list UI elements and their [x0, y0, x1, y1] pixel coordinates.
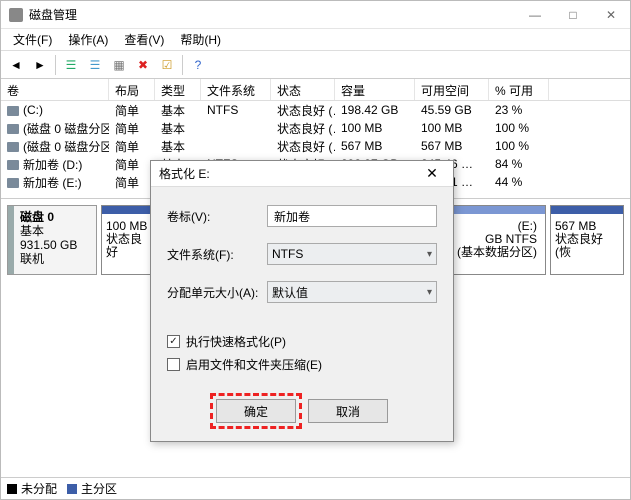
disk-name: 磁盘 0 — [20, 210, 92, 224]
filesystem-select[interactable]: NTFS ▾ — [267, 243, 437, 265]
chevron-down-icon: ▾ — [427, 287, 432, 298]
menu-file[interactable]: 文件(F) — [5, 29, 60, 50]
allocation-unit-select[interactable]: 默认值 ▾ — [267, 281, 437, 303]
dialog-close-button[interactable]: ✕ — [419, 165, 445, 182]
col-type[interactable]: 类型 — [155, 79, 201, 100]
toolbar: ◄ ► ☰ ☰ ▦ ✖ ☑ ? — [1, 51, 630, 79]
maximize-button[interactable]: □ — [554, 1, 592, 29]
disk-type: 基本 — [20, 224, 92, 238]
tool-icon[interactable]: ☰ — [84, 54, 106, 76]
dialog-title: 格式化 E: — [159, 165, 419, 182]
col-pctfree[interactable]: % 可用 — [489, 79, 549, 100]
legend-unallocated: 未分配 — [21, 480, 57, 497]
label-filesystem: 文件系统(F): — [167, 246, 267, 263]
titlebar: 磁盘管理 — □ ✕ — [1, 1, 630, 29]
legend-primary: 主分区 — [81, 480, 117, 497]
quick-format-checkbox[interactable]: ✓ — [167, 335, 180, 348]
delete-icon[interactable]: ✖ — [132, 54, 154, 76]
label-allocation: 分配单元大小(A): — [167, 284, 267, 301]
volume-icon — [7, 106, 19, 116]
compress-checkbox[interactable] — [167, 358, 180, 371]
legend: 未分配 主分区 — [1, 477, 630, 499]
col-fs[interactable]: 文件系统 — [201, 79, 271, 100]
volume-icon — [7, 142, 19, 152]
col-status[interactable]: 状态 — [271, 79, 335, 100]
table-row[interactable]: (C:)简单基本NTFS状态良好 (…198.42 GB45.59 GB23 % — [1, 101, 630, 119]
minimize-button[interactable]: — — [516, 1, 554, 29]
help-icon[interactable]: ? — [187, 54, 209, 76]
tool-icon[interactable]: ☰ — [60, 54, 82, 76]
label-volume: 卷标(V): — [167, 208, 267, 225]
disk-size: 931.50 GB — [20, 238, 92, 252]
col-layout[interactable]: 布局 — [109, 79, 155, 100]
close-button[interactable]: ✕ — [592, 1, 630, 29]
tool-icon[interactable]: ▦ — [108, 54, 130, 76]
window-title: 磁盘管理 — [29, 6, 516, 23]
menu-help[interactable]: 帮助(H) — [172, 29, 229, 50]
menu-view[interactable]: 查看(V) — [116, 29, 172, 50]
partition[interactable]: 567 MB 状态良好 (恢 — [550, 205, 624, 275]
chevron-down-icon: ▾ — [427, 249, 432, 260]
forward-button[interactable]: ► — [29, 54, 51, 76]
disk-header[interactable]: 磁盘 0 基本 931.50 GB 联机 — [7, 205, 97, 275]
volume-icon — [7, 178, 19, 188]
app-icon — [9, 8, 23, 22]
volume-label-input[interactable] — [267, 205, 437, 227]
menubar: 文件(F) 操作(A) 查看(V) 帮助(H) — [1, 29, 630, 51]
volume-icon — [7, 124, 19, 134]
col-volume[interactable]: 卷 — [1, 79, 109, 100]
compress-label: 启用文件和文件夹压缩(E) — [186, 356, 322, 373]
menu-action[interactable]: 操作(A) — [60, 29, 116, 50]
col-capacity[interactable]: 容量 — [335, 79, 415, 100]
properties-icon[interactable]: ☑ — [156, 54, 178, 76]
ok-button[interactable]: 确定 — [216, 399, 296, 423]
volume-icon — [7, 160, 19, 170]
disk-state: 联机 — [20, 252, 92, 266]
table-row[interactable]: (磁盘 0 磁盘分区 6)简单基本状态良好 (…567 MB567 MB100 … — [1, 137, 630, 155]
col-free[interactable]: 可用空间 — [415, 79, 489, 100]
table-header: 卷 布局 类型 文件系统 状态 容量 可用空间 % 可用 — [1, 79, 630, 101]
partition[interactable]: 100 MB 状态良好 — [101, 205, 157, 275]
back-button[interactable]: ◄ — [5, 54, 27, 76]
cancel-button[interactable]: 取消 — [308, 399, 388, 423]
format-dialog: 格式化 E: ✕ 卷标(V): 文件系统(F): NTFS ▾ 分配单元大小(A… — [150, 160, 454, 442]
table-row[interactable]: (磁盘 0 磁盘分区 1)简单基本状态良好 (…100 MB100 MB100 … — [1, 119, 630, 137]
quick-format-label: 执行快速格式化(P) — [186, 333, 286, 350]
